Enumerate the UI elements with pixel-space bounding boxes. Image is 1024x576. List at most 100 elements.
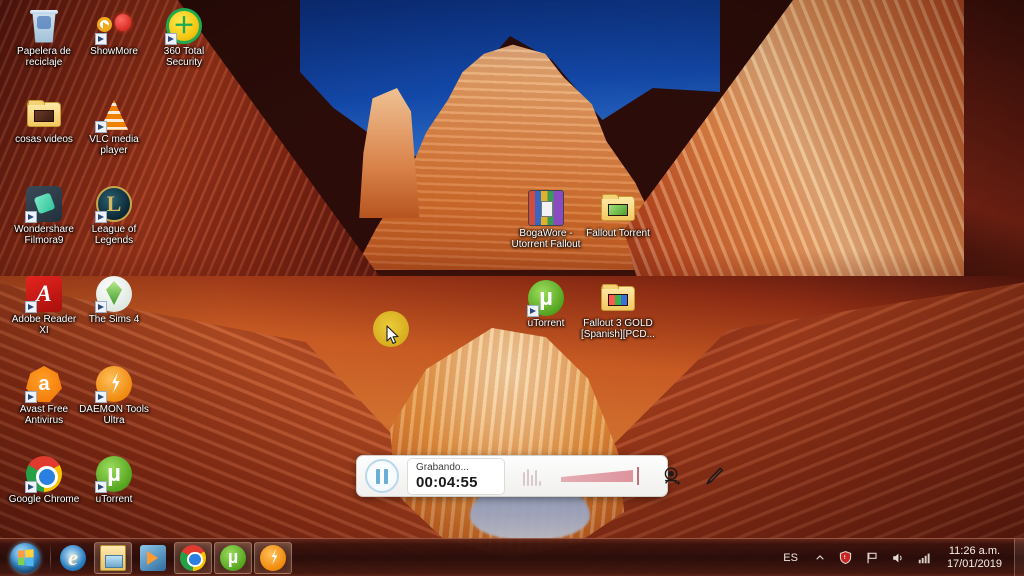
windows-media-player-icon xyxy=(140,544,166,571)
windows-explorer-icon xyxy=(100,544,126,571)
adobe-reader-icon xyxy=(25,276,62,313)
desktop-icon-label: DAEMON Tools Ultra xyxy=(79,404,149,426)
taskbar[interactable]: ES xyxy=(0,538,1024,576)
taskbar-item-daemon-tools[interactable] xyxy=(254,541,292,574)
daemon-tools-icon xyxy=(260,544,286,571)
action-center-button[interactable] xyxy=(862,548,882,568)
desktop-icon-vlc-cone[interactable]: VLC media player xyxy=(76,96,152,156)
recording-status-label: Grabando... xyxy=(416,461,469,473)
shortcut-overlay-icon xyxy=(25,391,37,403)
filmora-icon xyxy=(25,186,62,223)
avast-icon xyxy=(25,366,62,403)
windows-logo-icon xyxy=(10,542,40,573)
desktop-icon-label: 360 Total Security xyxy=(163,46,205,68)
league-of-legends-icon xyxy=(95,186,132,223)
taskbar-item-google-chrome[interactable] xyxy=(174,541,212,574)
360-total-security-icon xyxy=(165,8,202,45)
network-button[interactable] xyxy=(914,548,934,568)
webcam-add-button[interactable] xyxy=(659,463,685,489)
volume-slider-track xyxy=(561,470,633,482)
show-desktop-button[interactable] xyxy=(1014,538,1024,576)
shortcut-overlay-icon xyxy=(25,481,37,493)
desktop-icon-label: Fallout Torrent xyxy=(586,228,650,239)
flag-icon xyxy=(867,552,877,563)
desktop-icon-daemon-tools[interactable]: DAEMON Tools Ultra xyxy=(76,366,152,426)
volume-slider[interactable] xyxy=(561,466,643,486)
shortcut-overlay-icon xyxy=(25,301,37,313)
webcam-add-icon xyxy=(664,467,681,485)
shortcut-overlay-icon xyxy=(165,33,177,45)
desktop-icon-label: uTorrent xyxy=(527,318,565,329)
desktop-icon-folder[interactable]: cosas videos xyxy=(6,96,82,145)
screen-recorder-toolbar[interactable]: Grabando... 00:04:55 xyxy=(356,455,724,497)
desktop-icon-showmore[interactable]: ShowMore xyxy=(76,8,152,57)
shortcut-overlay-icon xyxy=(95,391,107,403)
desktop-icon-folder[interactable]: Fallout 3 GOLD [Spanish][PCD... xyxy=(580,280,656,340)
clock[interactable]: 11:26 a.m. 17/01/2019 xyxy=(937,545,1010,571)
desktop-icon-winrar-archive[interactable]: BogaWore - Utorrent Fallout xyxy=(508,190,584,250)
desktop[interactable]: Papelera de reciclaje ShowMore 360 Total S… xyxy=(0,0,1024,576)
the-sims-4-icon xyxy=(95,276,132,313)
taskbar-item-windows-media-player[interactable] xyxy=(134,542,172,574)
desktop-icon-recycle-bin[interactable]: Papelera de reciclaje xyxy=(6,8,82,68)
pencil-draw-icon xyxy=(706,467,724,485)
chrome-icon xyxy=(180,544,206,571)
folder-icon xyxy=(600,280,636,316)
clock-date: 17/01/2019 xyxy=(946,557,1002,570)
daemon-tools-icon xyxy=(95,366,132,403)
speaker-icon xyxy=(893,553,902,562)
desktop-icon-the-sims-4[interactable]: The Sims 4 xyxy=(76,276,152,325)
folder-icon xyxy=(26,96,62,132)
desktop-icon-folder[interactable]: Fallout Torrent xyxy=(580,190,656,239)
shortcut-overlay-icon xyxy=(527,305,539,317)
desktop-icon-label: The Sims 4 xyxy=(88,314,140,325)
show-hidden-icons-button[interactable] xyxy=(810,548,830,568)
desktop-icon-label: Papelera de reciclaje xyxy=(17,46,71,68)
draw-annotate-button[interactable] xyxy=(701,463,727,489)
desktop-icon-avast[interactable]: Avast Free Antivirus xyxy=(6,366,82,426)
desktop-icon-adobe-reader[interactable]: Adobe Reader XI xyxy=(6,276,82,336)
utorrent-icon xyxy=(220,544,246,571)
desktop-icon-filmora[interactable]: Wondershare Filmora9 xyxy=(6,186,82,246)
taskbar-item-utorrent[interactable] xyxy=(214,541,252,574)
desktop-icon-label: League of Legends xyxy=(91,224,137,246)
shortcut-overlay-icon xyxy=(95,121,107,133)
shield-icon xyxy=(840,550,852,565)
desktop-icon-label: Avast Free Antivirus xyxy=(19,404,69,426)
volume-slider-thumb[interactable] xyxy=(637,467,639,485)
shortcut-overlay-icon xyxy=(95,481,107,493)
desktop-icon-chrome[interactable]: Google Chrome xyxy=(6,456,82,505)
desktop-icon-label: Fallout 3 GOLD [Spanish][PCD... xyxy=(581,318,655,340)
winrar-archive-icon xyxy=(528,190,564,226)
utorrent-icon xyxy=(527,280,564,317)
audio-level-meter xyxy=(523,466,545,486)
desktop-icon-label: cosas videos xyxy=(15,134,73,145)
volume-button[interactable] xyxy=(888,548,908,568)
desktop-icon-360-total-security[interactable]: 360 Total Security xyxy=(146,8,222,68)
desktop-icon-label: ShowMore xyxy=(90,46,138,57)
chevron-up-icon xyxy=(816,554,824,560)
pause-button[interactable] xyxy=(365,459,399,493)
system-tray[interactable]: ES 11:26 a.m. 17/01/2019 xyxy=(774,539,1014,576)
desktop-icon-utorrent[interactable]: uTorrent xyxy=(508,280,584,329)
desktop-icon-utorrent[interactable]: uTorrent xyxy=(76,456,152,505)
recycle-bin-icon xyxy=(26,8,62,44)
recording-elapsed-time: 00:04:55 xyxy=(416,473,478,491)
clock-time: 11:26 a.m. xyxy=(948,544,1001,557)
taskbar-divider xyxy=(50,543,51,572)
shortcut-overlay-icon xyxy=(95,211,107,223)
showmore-icon xyxy=(95,8,132,45)
desktop-icon-league-of-legends[interactable]: League of Legends xyxy=(76,186,152,246)
taskbar-item-internet-explorer[interactable] xyxy=(54,542,92,574)
taskbar-item-windows-explorer[interactable] xyxy=(94,541,132,574)
start-button[interactable] xyxy=(2,541,48,575)
vlc-cone-icon xyxy=(95,96,132,133)
desktop-icon-label: BogaWore - Utorrent Fallout xyxy=(511,228,581,250)
internet-explorer-icon xyxy=(60,544,86,571)
desktop-icon-label: Wondershare Filmora9 xyxy=(14,224,74,246)
avast-tray-button[interactable] xyxy=(836,548,856,568)
network-signal-icon xyxy=(918,553,930,563)
language-indicator[interactable]: ES xyxy=(774,552,807,564)
folder-icon xyxy=(600,190,636,226)
desktop-icon-label: uTorrent xyxy=(95,494,133,505)
